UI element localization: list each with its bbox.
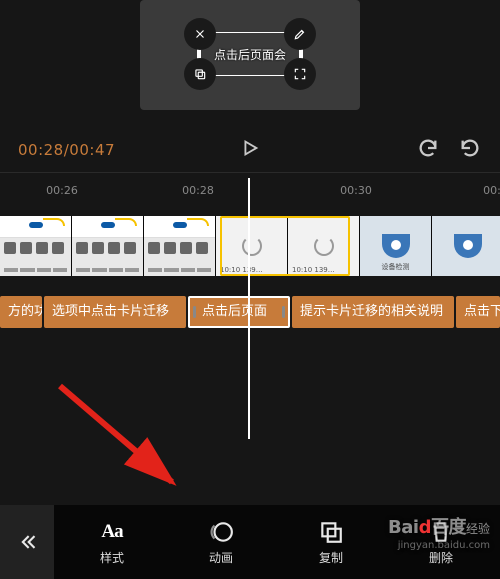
video-thumbnail[interactable] <box>216 216 288 276</box>
ruler-tick: 00:30 <box>340 184 372 197</box>
style-tool[interactable]: Aa 样式 <box>100 519 124 566</box>
caption-clip[interactable]: 点击下 <box>456 296 500 328</box>
copy-tool[interactable]: 复制 <box>318 519 344 566</box>
video-thumbnail[interactable] <box>72 216 144 276</box>
redo-button[interactable] <box>458 137 482 163</box>
tool-label: 删除 <box>429 549 453 566</box>
caption-clip[interactable]: 选项中点击卡片迁移 <box>44 296 186 328</box>
video-thumbnail[interactable] <box>288 216 360 276</box>
copy-icon[interactable] <box>184 58 216 90</box>
animation-tool[interactable]: 动画 <box>208 519 234 566</box>
watermark: Baid百度经验 jingyan.baidu.com <box>388 518 490 551</box>
video-track[interactable]: 设备检测 + <box>0 216 500 276</box>
collapse-button[interactable] <box>0 505 54 579</box>
annotation-arrow <box>52 378 202 498</box>
caption-preview-text: 点击后页面会 <box>214 46 286 63</box>
close-icon[interactable] <box>184 18 216 50</box>
ruler-tick: 00:26 <box>46 184 78 197</box>
undo-button[interactable] <box>416 137 440 163</box>
time-display: 00:28/00:47 <box>18 141 115 159</box>
video-thumbnail[interactable] <box>144 216 216 276</box>
caption-overlay[interactable]: 点击后页面会 <box>188 22 312 86</box>
tool-label: 动画 <box>209 549 233 566</box>
video-thumbnail[interactable]: 设备检测 <box>360 216 432 276</box>
text-style-icon: Aa <box>101 519 122 545</box>
tool-label: 复制 <box>319 549 343 566</box>
resize-icon[interactable] <box>284 58 316 90</box>
tool-label: 样式 <box>100 549 124 566</box>
timeline-ruler[interactable]: 00:26 00:28 00:30 00: <box>0 184 500 200</box>
playhead[interactable] <box>248 178 250 439</box>
ruler-tick: 00:28 <box>182 184 214 197</box>
edit-icon[interactable] <box>284 18 316 50</box>
duplicate-icon <box>318 519 344 545</box>
caption-track[interactable]: 方的功 选项中点击卡片迁移 点击后页面 提示卡片迁移的相关说明 点击下 <box>0 296 500 328</box>
divider <box>0 172 500 173</box>
animation-icon <box>208 519 234 545</box>
video-preview: 点击后页面会 <box>140 0 360 110</box>
video-thumbnail[interactable] <box>432 216 500 276</box>
caption-clip[interactable]: 方的功 <box>0 296 42 328</box>
transport-bar: 00:28/00:47 <box>0 130 500 170</box>
play-button[interactable] <box>239 137 261 163</box>
video-thumbnail[interactable] <box>0 216 72 276</box>
caption-clip[interactable]: 提示卡片迁移的相关说明 <box>292 296 454 328</box>
ruler-tick: 00: <box>483 184 500 197</box>
caption-clip-selected[interactable]: 点击后页面 <box>188 296 290 328</box>
